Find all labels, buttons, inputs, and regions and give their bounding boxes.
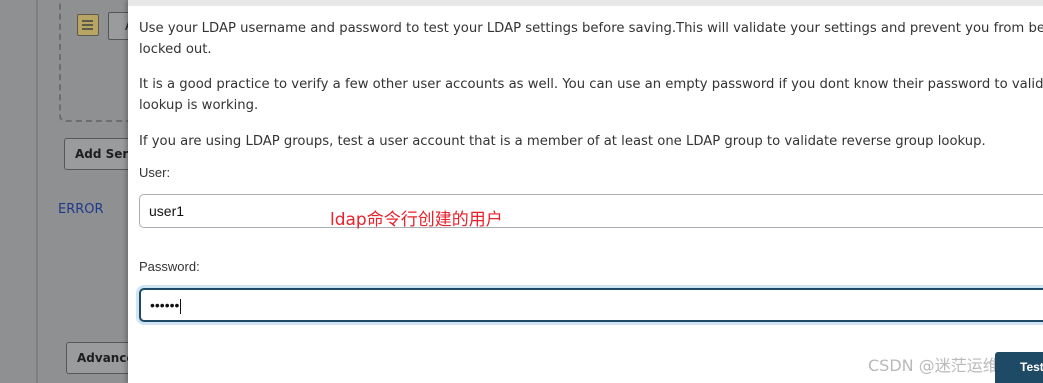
practice-text: It is a good practice to verify a few ot… <box>139 74 1043 116</box>
test-button[interactable]: Test <box>995 352 1043 383</box>
intro-text: Use your LDAP username and password to t… <box>139 18 1043 60</box>
text-caret <box>180 298 182 314</box>
password-input[interactable]: •••••• <box>139 288 1043 322</box>
csdn-watermark: CSDN @迷茫运维路 <box>868 356 1015 375</box>
dialog-top-bar <box>128 0 1043 6</box>
password-value: •••••• <box>150 297 180 313</box>
intro-line: Use your LDAP username and password to t… <box>139 21 1043 36</box>
practice-line: lookup is working. <box>139 98 259 113</box>
error-link: ERROR <box>58 202 104 217</box>
password-label: Password: <box>139 259 200 274</box>
intro-line: locked out. <box>139 42 212 57</box>
note-edit-icon <box>77 14 99 36</box>
background-divider <box>36 0 38 383</box>
groups-text: If you are using LDAP groups, test a use… <box>139 134 986 149</box>
user-input[interactable]: user1 <box>139 194 1043 228</box>
practice-line: It is a good practice to verify a few ot… <box>139 77 1043 92</box>
user-label: User: <box>139 165 171 180</box>
annotation-text: ldap命令行创建的用户 <box>330 210 503 230</box>
ldap-test-dialog: Use your LDAP username and password to t… <box>128 0 1043 383</box>
